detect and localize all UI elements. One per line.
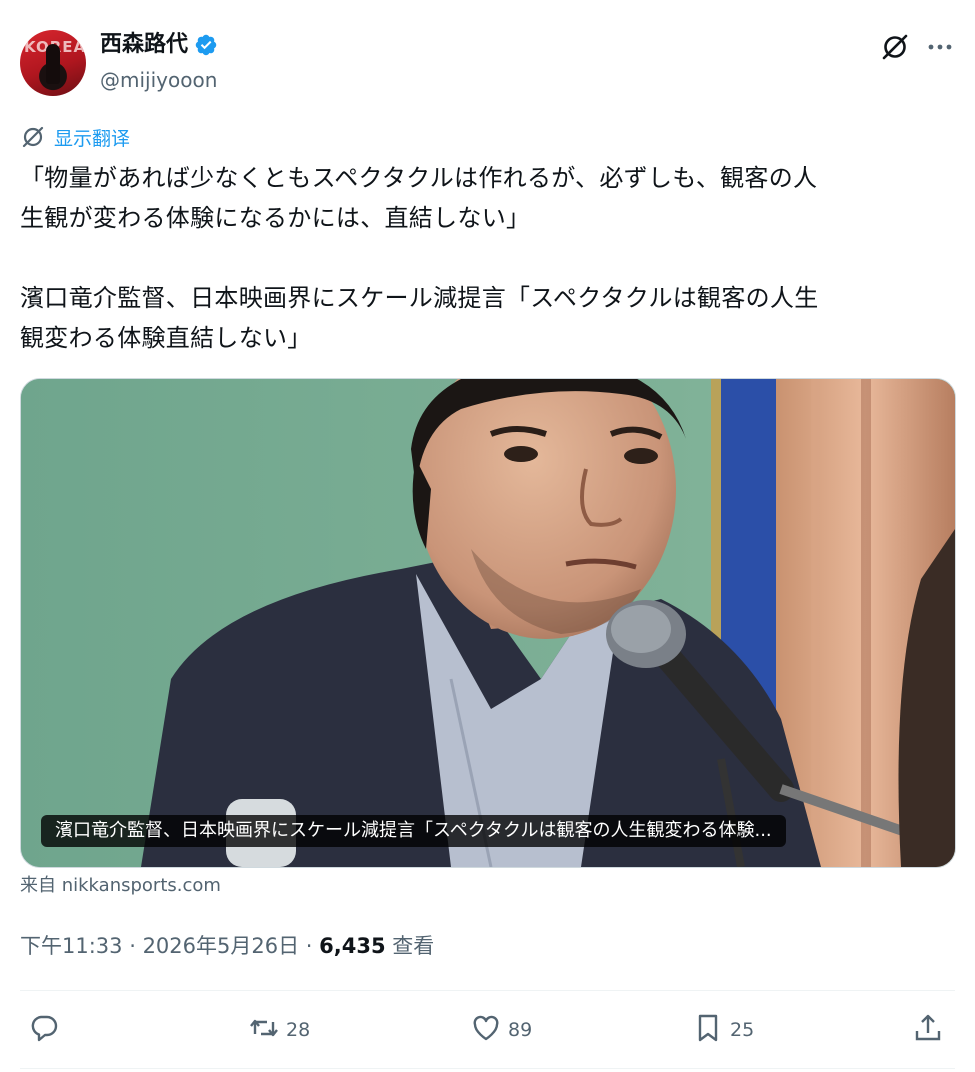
share-button[interactable] bbox=[912, 1012, 944, 1048]
post-line: 観変わる体験直結しない」 bbox=[20, 324, 312, 352]
bookmark-icon bbox=[692, 1012, 724, 1048]
divider bbox=[20, 1068, 955, 1069]
heart-icon bbox=[470, 1012, 502, 1048]
post-text: 「物量があれば少なくともスペクタクルは作れるが、必ずしも、観客の人 生観が変わる… bbox=[20, 158, 945, 358]
verified-badge-icon bbox=[194, 33, 218, 57]
link-source[interactable]: 来自 nikkansports.com bbox=[20, 873, 221, 899]
translate-icon bbox=[20, 124, 46, 154]
post-line: 生観が変わる体験になるかには、直結しない」 bbox=[20, 204, 531, 232]
reply-button[interactable] bbox=[28, 1012, 60, 1048]
reply-icon bbox=[28, 1012, 60, 1048]
more-dots-icon[interactable] bbox=[925, 34, 955, 60]
link-card[interactable]: 濱口竜介監督、日本映画界にスケール減提言「スペクタクルは観客の人生観変わる体験.… bbox=[20, 378, 956, 868]
link-card-caption: 濱口竜介監督、日本映画界にスケール減提言「スペクタクルは観客の人生観変わる体験.… bbox=[41, 815, 786, 847]
post-line: 濱口竜介監督、日本映画界にスケール減提言「スペクタクルは観客の人生 bbox=[20, 284, 819, 312]
views-label: 查看 bbox=[385, 934, 435, 958]
display-name-text: 西森路代 bbox=[100, 32, 189, 57]
divider bbox=[20, 990, 955, 991]
bookmark-count: 25 bbox=[730, 1019, 755, 1041]
bookmark-button[interactable]: 25 bbox=[692, 1012, 754, 1048]
author-handle[interactable]: @mijiyooon bbox=[100, 66, 217, 94]
author-display-name[interactable]: 西森路代 bbox=[100, 30, 218, 60]
like-button[interactable]: 89 bbox=[470, 1012, 532, 1048]
show-translation-button[interactable]: 显示翻译 bbox=[20, 124, 130, 154]
post-meta: 下午11:33 · 2026年5月26日 · 6,435 查看 bbox=[20, 930, 434, 962]
link-card-photo bbox=[21, 379, 955, 867]
like-count: 89 bbox=[508, 1019, 533, 1041]
avatar[interactable]: KOREAN bbox=[20, 30, 86, 96]
post-time[interactable]: 下午11:33 bbox=[20, 934, 123, 958]
retweet-count: 28 bbox=[286, 1019, 311, 1041]
grok-icon[interactable] bbox=[880, 32, 910, 62]
meta-separator: · bbox=[122, 934, 143, 958]
avatar-figure bbox=[46, 44, 60, 84]
retweet-button[interactable]: 28 bbox=[248, 1012, 310, 1048]
views-count: 6,435 bbox=[319, 934, 386, 958]
share-icon bbox=[912, 1012, 944, 1048]
retweet-icon bbox=[248, 1012, 280, 1048]
post-line: 「物量があれば少なくともスペクタクルは作れるが、必ずしも、観客の人 bbox=[20, 164, 818, 192]
post-date[interactable]: 2026年5月26日 bbox=[143, 934, 300, 958]
translate-label: 显示翻译 bbox=[54, 128, 131, 150]
meta-separator: · bbox=[299, 934, 320, 958]
